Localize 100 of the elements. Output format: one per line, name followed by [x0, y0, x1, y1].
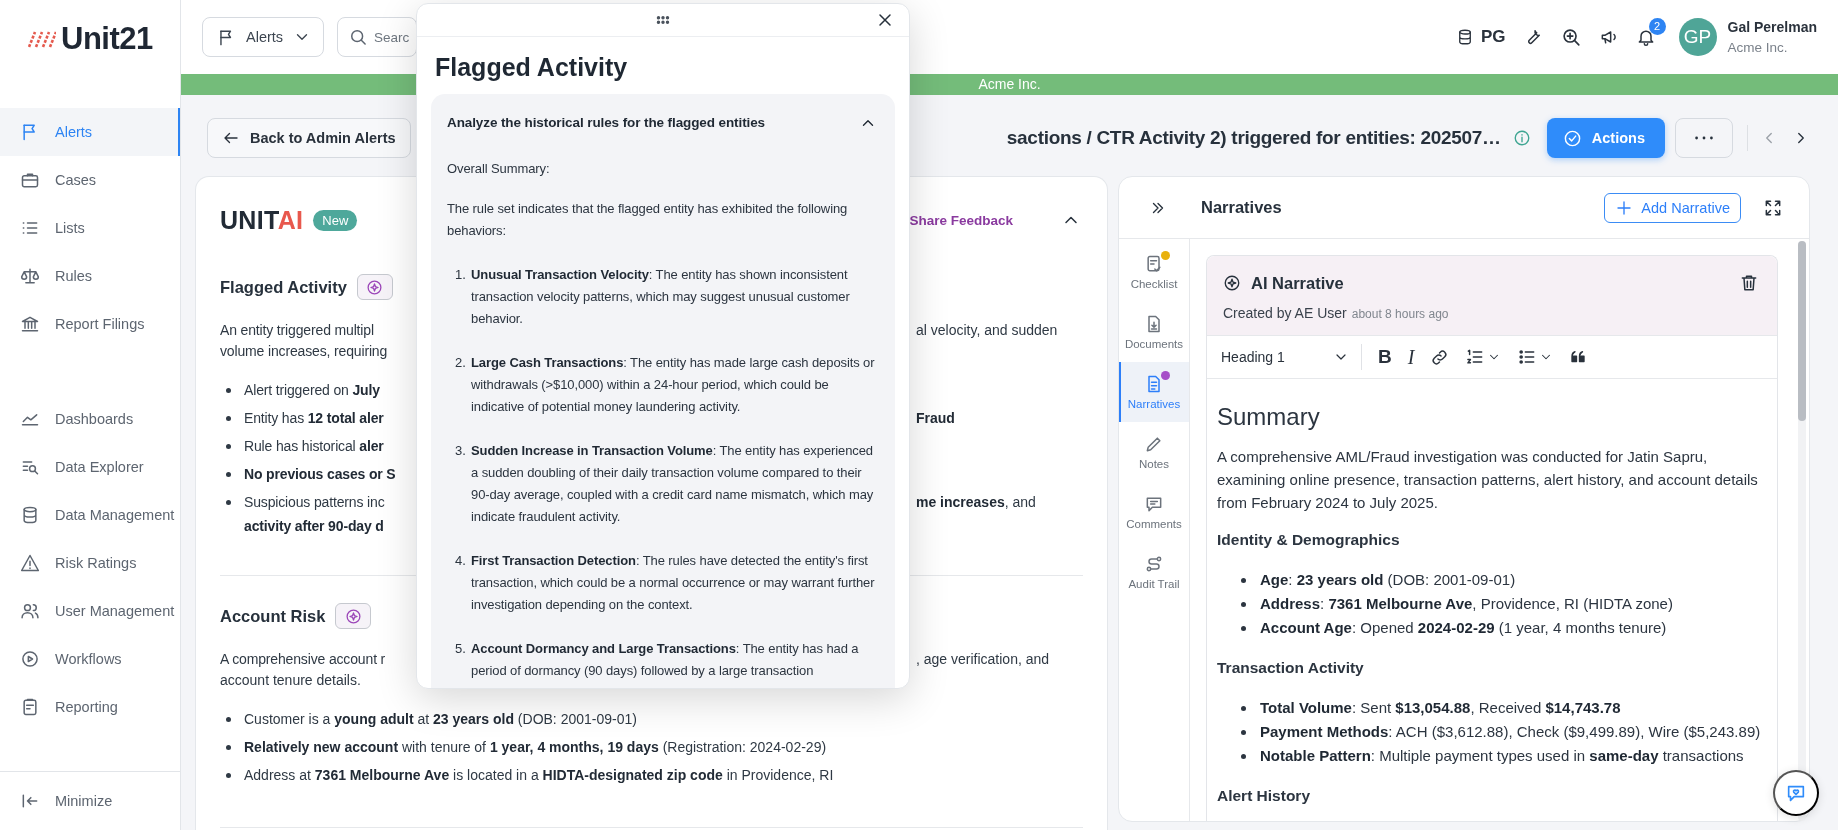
section-heading: Alert History: [1217, 786, 1312, 806]
link-icon[interactable]: [1430, 347, 1450, 367]
list-item-text: Notable Pattern: Multiple payment types used in same-day transactions: [1260, 746, 1744, 766]
logo-mark-icon: [28, 31, 56, 48]
nav-item[interactable]: Rules: [0, 252, 180, 300]
back-button[interactable]: Back to Admin Alerts: [207, 118, 411, 158]
narrative-title: AI Narrative: [1251, 273, 1344, 293]
briefcase-icon: [20, 170, 40, 190]
section-heading: Transaction Activity: [1217, 658, 1365, 678]
list-item-text: Sudden Increase in Transaction Volume: The entity has experienced a sudden doubling of their daily transaction volume compared to their 90-day average, coupled with a credit card name mismatch, which may indicate fraudulent activity.: [471, 442, 875, 526]
nav-item[interactable]: Alerts: [0, 108, 180, 156]
organization-name: Acme Inc.: [1727, 40, 1789, 55]
list-item-text: Address at 7361 Melbourne Ave is located in a HIDTA-designated zip code in Providence, RI: [244, 766, 834, 785]
rail-tab[interactable]: Notes: [1119, 422, 1189, 482]
bullet-icon: [1241, 705, 1246, 711]
editor-heading: Summary: [1217, 402, 1321, 432]
bullet-icon: [1241, 729, 1246, 735]
bullet-icon: [226, 471, 231, 477]
list-item-text: Relatively new account with tenure of 1 year, 4 months, 19 days (Registration: 2024-02-29): [244, 738, 827, 757]
list-number: 5.: [455, 640, 467, 658]
plus-icon: [1615, 198, 1634, 217]
list-item-text: Customer is a young adult at 23 years old (DOB: 2001-09-01): [244, 710, 637, 729]
nav-item[interactable]: Cases: [0, 156, 180, 204]
nav-item[interactable]: Lists: [0, 204, 180, 252]
sparkle-icon: [366, 278, 384, 296]
rail-tab[interactable]: Audit Trail: [1119, 542, 1189, 602]
bullet-icon: [226, 772, 231, 778]
share-feedback-link[interactable]: Share Feedback: [909, 212, 1013, 228]
rail-tab[interactable]: Documents: [1119, 302, 1189, 362]
bullet-icon: [1241, 753, 1246, 759]
panel-title: Analyze the historical rules for the flagged entities: [447, 114, 766, 132]
unitai-logo: UNITAI: [220, 205, 304, 235]
ai-summary-button[interactable]: [335, 603, 372, 629]
more-icon: [1695, 136, 1713, 140]
nav-item[interactable]: Reporting: [0, 683, 180, 731]
list-item-text: Fraud: [916, 409, 955, 428]
list-item-text: Account Dormancy and Large Transactions: The entity has had a period of dormancy (90 days) followed by a large transaction: [471, 640, 860, 680]
list-item-text: Total Volume: Sent $13,054.88, Received $14,743.78: [1260, 698, 1621, 718]
list-item-text: Large Cash Transactions: The entity has made large cash deposits or withdrawals (>$10,000) within a 24-hour period, which could be indicative of potential money laundering activity.: [471, 354, 876, 416]
minimize-button[interactable]: Minimize: [0, 777, 180, 825]
paragraph-text: volume increases, requiring: [220, 342, 389, 361]
author-text: Created by AE User: [1223, 305, 1347, 321]
feedback-button[interactable]: [1773, 770, 1819, 816]
bullet-icon: [226, 387, 231, 393]
bullet-icon: [226, 744, 231, 750]
nav-item[interactable]: User Management: [0, 587, 180, 635]
list-item-text: Account Age: Opened 2024-02-29 (1 year, 4 months tenure): [1260, 618, 1667, 638]
italic-button[interactable]: I: [1407, 345, 1415, 369]
list-item-text: me increases, and: [916, 493, 1036, 512]
nav-item[interactable]: Report Filings: [0, 300, 180, 348]
list-item-text: Alert triggered on July: [244, 381, 381, 400]
list-number: 3.: [455, 442, 467, 460]
search-field[interactable]: Searc: [337, 17, 418, 57]
collapse-left-icon: [20, 791, 40, 811]
alert-title: sactions / CTR Activity 2) triggered for entities: 202507…: [1006, 127, 1501, 149]
trash-icon[interactable]: [1739, 273, 1759, 293]
logo-text: Unit21: [61, 22, 153, 56]
bullet-icon: [1241, 625, 1246, 631]
list-item-text: No previous cases or S: [244, 465, 397, 484]
rail-tab[interactable]: Checklist: [1119, 242, 1189, 302]
rail-tab[interactable]: Narratives: [1119, 362, 1189, 422]
paragraph-text: An entity triggered multipl: [220, 321, 375, 340]
sparkle-icon: [1223, 274, 1241, 292]
list-number: 1.: [455, 266, 467, 284]
rail-tab[interactable]: Comments: [1119, 482, 1189, 542]
list-number: 4.: [455, 552, 467, 570]
list-item-text: Age: 23 years old (DOB: 2001-09-01): [1260, 570, 1516, 590]
text-style-dropdown[interactable]: Heading 1: [1221, 344, 1362, 370]
section-title: Account Risk: [220, 606, 326, 626]
nav-item[interactable]: Risk Ratings: [0, 539, 180, 587]
clipboard-icon: [20, 697, 40, 717]
panel-title: Narratives: [1201, 198, 1282, 217]
pencil-icon: [1144, 434, 1164, 454]
bullet-icon: [226, 415, 231, 421]
route-icon: [1144, 554, 1164, 574]
nav-item[interactable]: Data Explorer: [0, 443, 180, 491]
bullet-icon: [1241, 577, 1246, 583]
list-item-text: First Transaction Detection: The rules have detected the entity's first transaction, which could be a normal occurrence or may warrant further investigation depending on the context.: [471, 552, 876, 614]
nav-item[interactable]: Data Management: [0, 491, 180, 539]
nav-item[interactable]: Dashboards: [0, 395, 180, 443]
section-heading: Identity & Demographics: [1217, 530, 1401, 550]
scrollbar-thumb[interactable]: [1798, 241, 1806, 421]
module-dropdown[interactable]: Alerts: [202, 17, 325, 57]
checklist-icon: [1144, 254, 1164, 274]
users-icon: [20, 601, 40, 621]
new-badge: New: [313, 209, 358, 231]
bold-button[interactable]: B: [1378, 346, 1392, 368]
actions-button[interactable]: Actions: [1546, 118, 1665, 158]
info-icon[interactable]: [1512, 129, 1531, 147]
add-narrative-button[interactable]: Add Narrative: [1604, 192, 1741, 223]
ai-summary-button[interactable]: [356, 274, 393, 300]
notification-badge: 2: [1648, 18, 1666, 35]
play-circle-icon: [20, 649, 40, 669]
nav-item[interactable]: Workflows: [0, 635, 180, 683]
paragraph-text: A comprehensive AML/Fraud investigation was conducted for Jatin Sapru, examining online presence, transaction patterns, alert history, and account details from February 2024 to July 2025.: [1217, 447, 1759, 513]
paragraph-text: al velocity, and sudden: [916, 321, 1058, 340]
paragraph-text: account tenure details.: [220, 671, 361, 690]
check-circle-icon: [1562, 128, 1582, 148]
list-item-text: Payment Methods: ACH ($3,612.88), Check ($9,499.89), Wire ($5,243.89): [1260, 722, 1761, 742]
list-item-text: Address: 7361 Melbourne Ave, Providence, RI (HIDTA zone): [1260, 594, 1673, 614]
